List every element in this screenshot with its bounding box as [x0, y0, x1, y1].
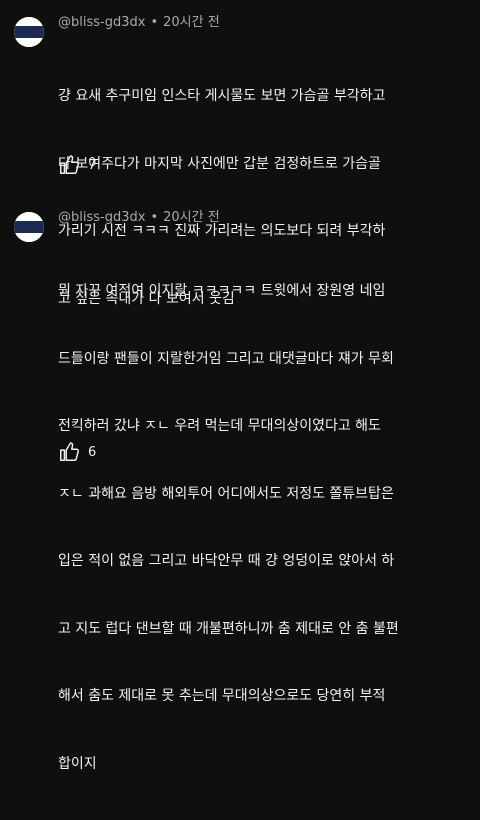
comment-text: 뭔 자꾸 여적여 이지랄 ㅋㅋㅋㅋㅋ 트윗에서 장원영 네임 드들이랑 팬들이 … — [58, 235, 470, 820]
avatar-flag-icon — [14, 212, 44, 242]
meta-separator: • — [150, 210, 159, 225]
comment-line: 합이지 — [58, 755, 97, 772]
avatar[interactable] — [14, 212, 44, 242]
comment-line: 뭔 자꾸 여적여 이지랄 ㅋㅋㅋㅋㅋ 트윗에서 장원영 네임 — [58, 283, 386, 299]
comment-time[interactable]: 20시간 전 — [163, 210, 220, 225]
like-button[interactable]: 6 — [58, 440, 96, 464]
comment-2: @bliss-gd3dx • 20시간 전 뭔 자꾸 여적여 이지랄 ㅋㅋㅋㅋㅋ 트… — [0, 0, 480, 772]
thumbs-up-icon — [60, 442, 79, 461]
like-count: 6 — [88, 444, 97, 460]
comment-line: 고 지도 럽다 댄브할 때 개불편하니까 춤 제대로 안 춤 불편 — [58, 620, 399, 637]
comment-line: 해서 춤도 제대로 못 추는데 무대의상으로도 당연히 부적 — [58, 688, 386, 704]
comment-line: 전킥하러 갔냐 ㅈㄴ 우려 먹는데 무대의상이였다고 해도 — [58, 418, 381, 434]
author-name[interactable]: @bliss-gd3dx — [58, 210, 145, 225]
comment-meta: @bliss-gd3dx • 20시간 전 — [58, 210, 220, 226]
comment-line: 드들이랑 팬들이 지랄한거임 그리고 대댓글마다 쟤가 무회 — [58, 350, 394, 367]
comment-line: ㅈㄴ 과해요 음방 해외투어 어디에서도 저정도 쫄튜브탑은 — [58, 485, 394, 502]
comment-line: 입은 적이 없음 그리고 바닥안무 때 걍 엉덩이로 앉아서 하 — [58, 553, 395, 569]
